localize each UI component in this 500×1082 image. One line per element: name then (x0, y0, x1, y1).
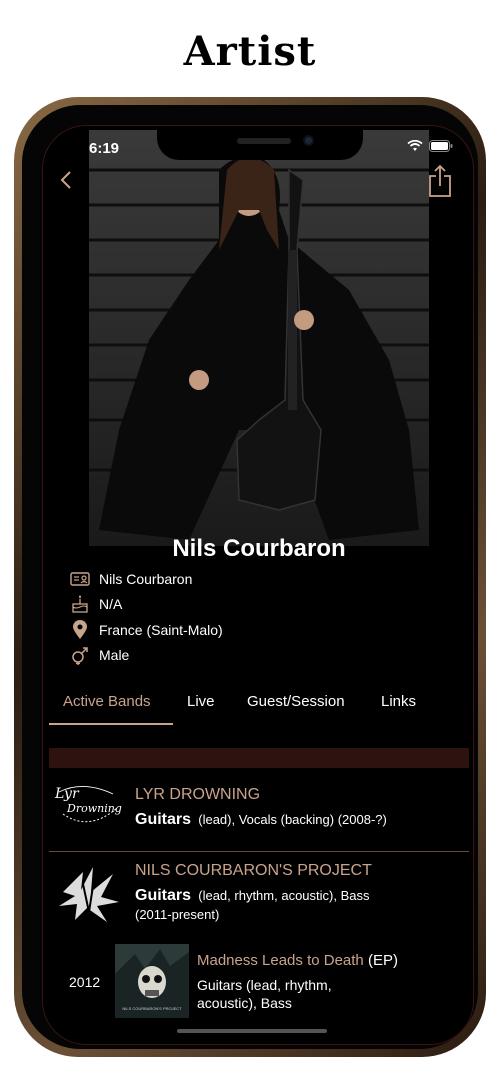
artist-info: Nils Courbaron N/A France (Saint-Malo) M… (69, 566, 223, 668)
active-tab-indicator (49, 723, 173, 725)
band-role-details: (lead, rhythm, acoustic), Bass (198, 888, 370, 903)
band-divider (49, 851, 469, 852)
release-name[interactable]: Madness Leads to Death (197, 952, 364, 969)
location-pin-icon (69, 619, 91, 641)
section-header-bar (49, 748, 469, 768)
notch (157, 126, 363, 160)
info-text-birth: N/A (99, 596, 123, 613)
band-item-lyr-drowning[interactable]: Lyr Drowning LYR DROWNING Guitars (lead)… (49, 774, 469, 849)
band-role: Guitars (lead), Vocals (backing) (2008-?… (135, 810, 387, 829)
tab-live[interactable]: Live (187, 693, 215, 722)
band-logo-text-1: Lyr (55, 786, 79, 802)
info-text-location: France (Saint-Malo) (99, 621, 223, 638)
band-role-details: (lead), Vocals (backing) (2008-?) (198, 812, 387, 827)
release-cover-text: NILS COURBARON'S PROJECT (122, 1006, 182, 1011)
birthday-cake-icon (69, 593, 91, 615)
home-indicator[interactable] (177, 1029, 327, 1033)
band-role-main: Guitars (135, 811, 192, 828)
tab-guest-session[interactable]: Guest/Session (247, 693, 345, 722)
band-name[interactable]: NILS COURBARON'S PROJECT (135, 862, 372, 880)
band-name[interactable]: LYR DROWNING (135, 786, 260, 804)
release-year: 2012 (69, 974, 101, 990)
status-icons (407, 140, 453, 152)
info-text-name: Nils Courbaron (99, 570, 193, 587)
band-logo-lyr-drowning: Lyr Drowning (53, 774, 125, 832)
band-logo-ncp (53, 862, 125, 922)
info-row-name: Nils Courbaron (69, 566, 223, 592)
tab-links[interactable]: Links (381, 693, 416, 722)
release-title[interactable]: Madness Leads to Death (EP) (197, 952, 398, 969)
band-logo-text-2: Drowning (67, 802, 122, 815)
release-cover[interactable]: NILS COURBARON'S PROJECT (115, 944, 189, 1018)
artist-photo (89, 130, 429, 546)
artist-name: Nils Courbaron (172, 535, 346, 562)
share-icon (429, 164, 451, 197)
info-text-gender: Male (99, 647, 130, 664)
gender-icon (69, 644, 91, 666)
back-button[interactable] (57, 168, 77, 192)
band-item-nils-courbarons-project[interactable]: NILS COURBARON'S PROJECT Guitars (lead, … (49, 856, 469, 936)
battery-icon (429, 140, 453, 152)
tab-bar: Active Bands Live Guest/Session Links (49, 693, 473, 729)
info-row-birth: N/A (69, 592, 223, 618)
share-button[interactable] (427, 164, 453, 198)
phone-frame: 6:19 Nils Courbaron Nils Courbaron N/A F… (14, 97, 486, 1057)
info-row-location: France (Saint-Malo) (69, 617, 223, 643)
tab-active-bands[interactable]: Active Bands (63, 693, 151, 722)
status-time: 6:19 (89, 140, 120, 157)
app-screen: 6:19 Nils Courbaron Nils Courbaron N/A F… (42, 125, 474, 1045)
page-title: Artist (183, 28, 317, 75)
phone-bezel: 6:19 Nils Courbaron Nils Courbaron N/A F… (22, 105, 478, 1049)
release-role: Guitars (lead, rhythm, acoustic), Bass (197, 977, 332, 1011)
chevron-left-icon (60, 171, 71, 189)
release-type: (EP) (367, 952, 398, 969)
info-row-gender: Male (69, 643, 223, 669)
speaker (237, 138, 291, 144)
band-role: Guitars (lead, rhythm, acoustic), Bass (… (135, 886, 455, 924)
band-role-years: (2011-present) (135, 907, 220, 922)
band-role-main: Guitars (135, 887, 192, 904)
front-camera (303, 135, 314, 146)
id-card-icon (69, 568, 91, 590)
wifi-icon (407, 140, 423, 151)
